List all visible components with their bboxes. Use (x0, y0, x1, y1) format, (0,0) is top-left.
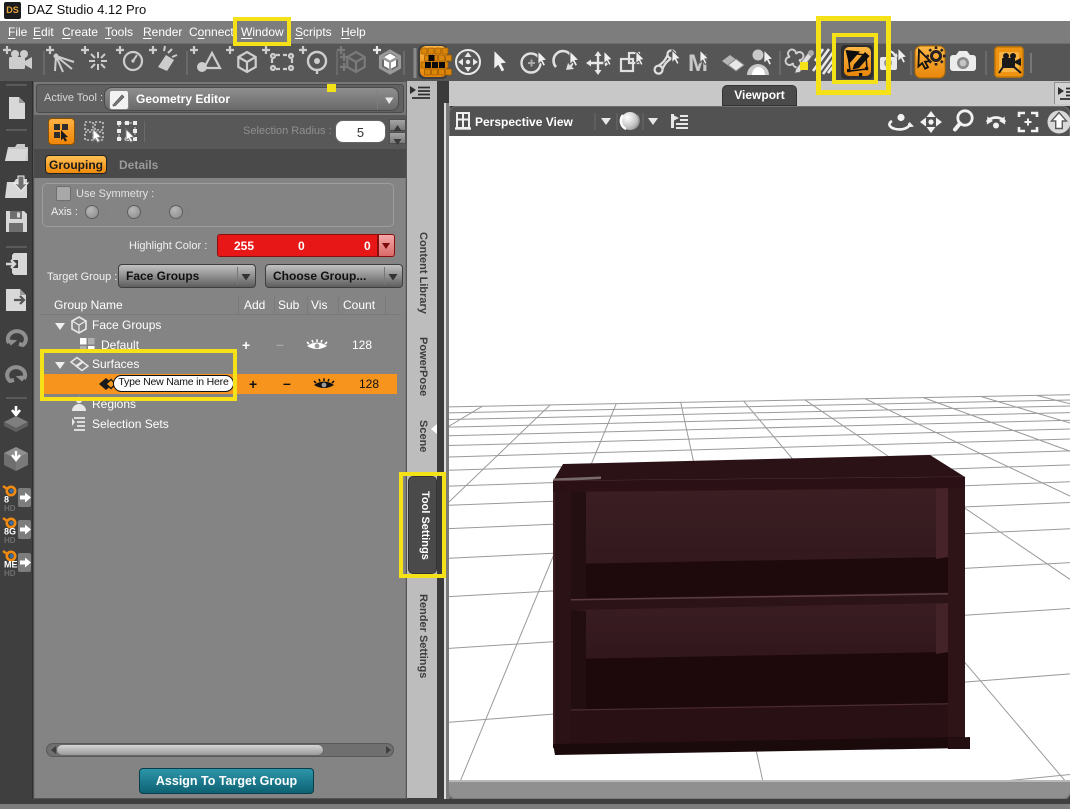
svg-text:8: 8 (4, 495, 9, 505)
svg-text:HD: HD (4, 569, 16, 578)
svg-text:Perspective View: Perspective View (475, 115, 574, 129)
svg-text:ME: ME (4, 560, 18, 570)
svg-text:8G: 8G (4, 527, 16, 537)
svg-text:HD: HD (4, 536, 16, 545)
svg-text:HD: HD (4, 504, 16, 513)
